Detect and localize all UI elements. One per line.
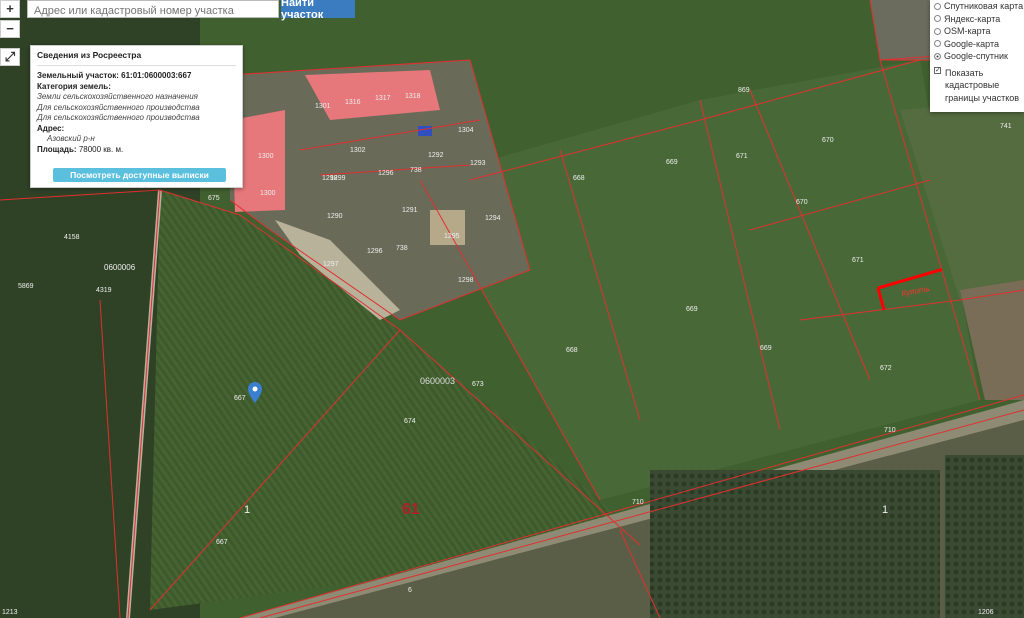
plot-label: 1300 — [260, 190, 276, 197]
plot-label: 741 — [1000, 123, 1012, 130]
plot-label: 1304 — [458, 127, 474, 134]
plot-label: 667 — [234, 395, 246, 402]
layer-option-osm[interactable]: OSM-карта — [934, 25, 1020, 38]
plot-label: 869 — [738, 87, 750, 94]
plot-label: 1295 — [444, 233, 460, 240]
orchard-south — [650, 470, 940, 618]
usage-value: Для сельскохозяйственного производства — [37, 102, 200, 112]
address-label: Адрес: — [37, 123, 65, 133]
plot-label: 1294 — [485, 215, 501, 222]
area-label: Площадь: — [37, 144, 77, 154]
radio-icon[interactable] — [934, 2, 941, 10]
plot-label: 5869 — [18, 283, 34, 290]
plot-label: 1298 — [458, 277, 474, 284]
plot-label: 671 — [736, 153, 748, 160]
layer-option-satellite[interactable]: Спутниковая карта — [934, 0, 1024, 13]
plot-label: 667 — [216, 539, 228, 546]
panel-title: Сведения из Росреестра — [37, 50, 236, 66]
plot-label: 673 — [472, 381, 484, 388]
layer-option-google-satellite[interactable]: Google-спутник — [934, 50, 1020, 63]
checkbox-icon[interactable]: ✓ — [934, 66, 941, 74]
layer-label: Google-спутник — [944, 51, 1008, 62]
plot-label: 4158 — [64, 234, 80, 241]
layer-label: Google-карта — [944, 38, 999, 49]
fullscreen-icon[interactable]: ⤢ — [0, 48, 20, 66]
category-label: Категория земель: — [37, 81, 111, 91]
radio-icon[interactable] — [934, 52, 941, 60]
plot-label: 1318 — [405, 93, 421, 100]
district-label-right: 1 — [882, 504, 888, 516]
plot-label: 1293 — [470, 160, 486, 167]
plot-label: 675 — [208, 195, 220, 202]
district-label-left: 1 — [244, 504, 250, 516]
plot-label: 738 — [396, 245, 408, 252]
plot-label: 674 — [404, 418, 416, 425]
layer-label: Яндекс-карта — [944, 13, 1001, 24]
plot-label: 738 — [410, 167, 422, 174]
search-box — [27, 0, 279, 19]
search-button[interactable]: Найти участок — [281, 0, 355, 21]
plot-label: 710 — [884, 427, 896, 434]
plot-label: 669 — [666, 159, 678, 166]
plot-label: 1298 — [322, 175, 338, 182]
plot-label: 669 — [686, 306, 698, 313]
plot-label: 1213 — [2, 609, 18, 616]
view-extracts-button[interactable]: Посмотреть доступные выписки — [53, 168, 226, 182]
plot-label: 1316 — [345, 99, 361, 106]
layer-switcher: Спутниковая карта Яндекс-карта OSM-карта… — [930, 0, 1024, 112]
plot-label: 669 — [760, 345, 772, 352]
block-label: 0600006 — [104, 263, 136, 272]
region-label: 61 — [402, 501, 420, 518]
plot-label: 1300 — [258, 153, 274, 160]
parcel-number: 61:01:0600003:667 — [121, 71, 192, 80]
plot-label: 670 — [796, 199, 808, 206]
block-label: 0600003 — [420, 376, 455, 386]
plot-label: 672 — [880, 365, 892, 372]
plot-label: 6 — [408, 587, 412, 594]
layer-option-google-map[interactable]: Google-карта — [934, 38, 1020, 51]
radio-icon[interactable] — [934, 40, 941, 48]
cadastral-toggle[interactable]: ✓ Показать кадастровые границы участков — [934, 66, 1020, 105]
plot-label: 668 — [566, 347, 578, 354]
address-value: Азовский р-н — [47, 134, 95, 143]
plot-label: 670 — [822, 137, 834, 144]
plot-label: 1290 — [327, 213, 343, 220]
zoom-out-button[interactable]: − — [0, 20, 20, 38]
plot-label: 1297 — [323, 261, 339, 268]
plot-label: 1206 — [978, 609, 994, 616]
checkbox-label: Показать кадастровые границы участков — [945, 67, 1020, 103]
search-input[interactable] — [28, 3, 278, 19]
plot-label: 1296 — [367, 248, 383, 255]
zoom-in-button[interactable]: + — [0, 0, 20, 18]
plot-label: 1301 — [315, 103, 331, 110]
area-value: 78000 кв. м. — [78, 144, 124, 154]
zoom-controls: + − ⤢ — [0, 0, 20, 68]
plot-label: 668 — [573, 175, 585, 182]
radio-icon[interactable] — [934, 27, 941, 35]
usage-value-2: Для сельскохозяйственного производства — [37, 113, 200, 122]
info-panel: Сведения из Росреестра Земельный участок… — [30, 45, 243, 188]
layer-option-yandex[interactable]: Яндекс-карта — [934, 13, 1020, 26]
plot-label: 1292 — [428, 152, 444, 159]
plot-label: 1317 — [375, 95, 391, 102]
radio-icon[interactable] — [934, 15, 941, 23]
parcel-label: Земельный участок: — [37, 71, 119, 80]
plot-label: 1291 — [402, 207, 418, 214]
plot-label: 4319 — [96, 287, 112, 294]
plot-label: 1302 — [350, 147, 366, 154]
plot-label: 671 — [852, 257, 864, 264]
layer-label: OSM-карта — [944, 26, 991, 37]
plot-label: 1296 — [378, 170, 394, 177]
category-value: Земли сельскохозяйственного назначения — [37, 92, 198, 101]
layer-label: Спутниковая карта — [944, 1, 1024, 12]
plot-label: 710 — [632, 499, 644, 506]
